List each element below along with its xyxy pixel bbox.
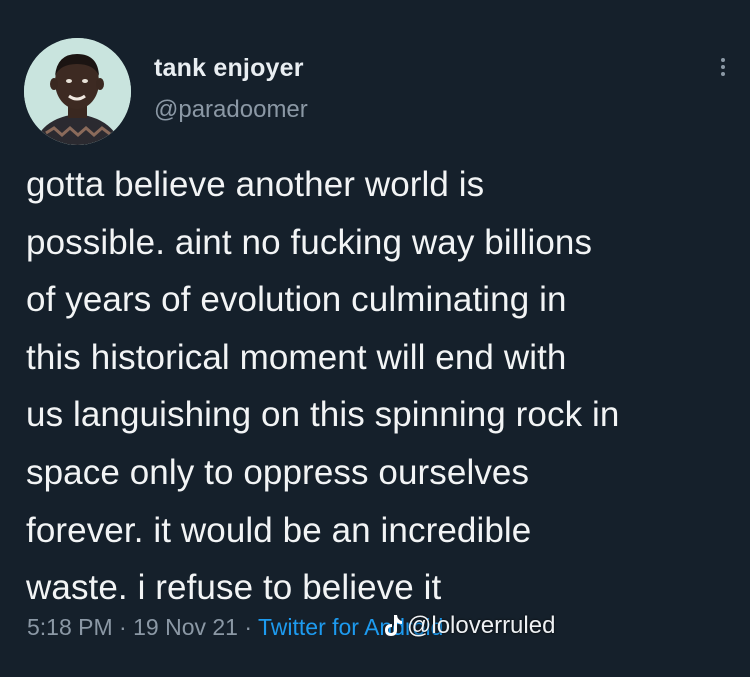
tweet-meta: 5:18 PM · 19 Nov 21 · Twitter for Androi… — [27, 614, 443, 641]
more-options-icon[interactable] — [716, 52, 730, 82]
avatar[interactable] — [24, 38, 131, 145]
meta-separator: · — [119, 614, 134, 640]
tweet-time[interactable]: 5:18 PM — [27, 614, 113, 640]
author-display-name[interactable]: tank enjoyer — [154, 54, 304, 83]
meta-separator: · — [244, 614, 258, 640]
tweet-date[interactable]: 19 Nov 21 — [133, 614, 238, 640]
watermark: @loloverruled — [382, 612, 555, 640]
tweet-text: gotta believe another world is possible.… — [26, 165, 620, 608]
watermark-handle: @loloverruled — [407, 612, 556, 639]
author-handle[interactable]: @paradoomer — [154, 96, 308, 124]
tweet-card: tank enjoyer @paradoomer gotta believe a… — [0, 0, 750, 677]
tiktok-icon — [385, 615, 402, 636]
avatar-image — [24, 38, 131, 145]
